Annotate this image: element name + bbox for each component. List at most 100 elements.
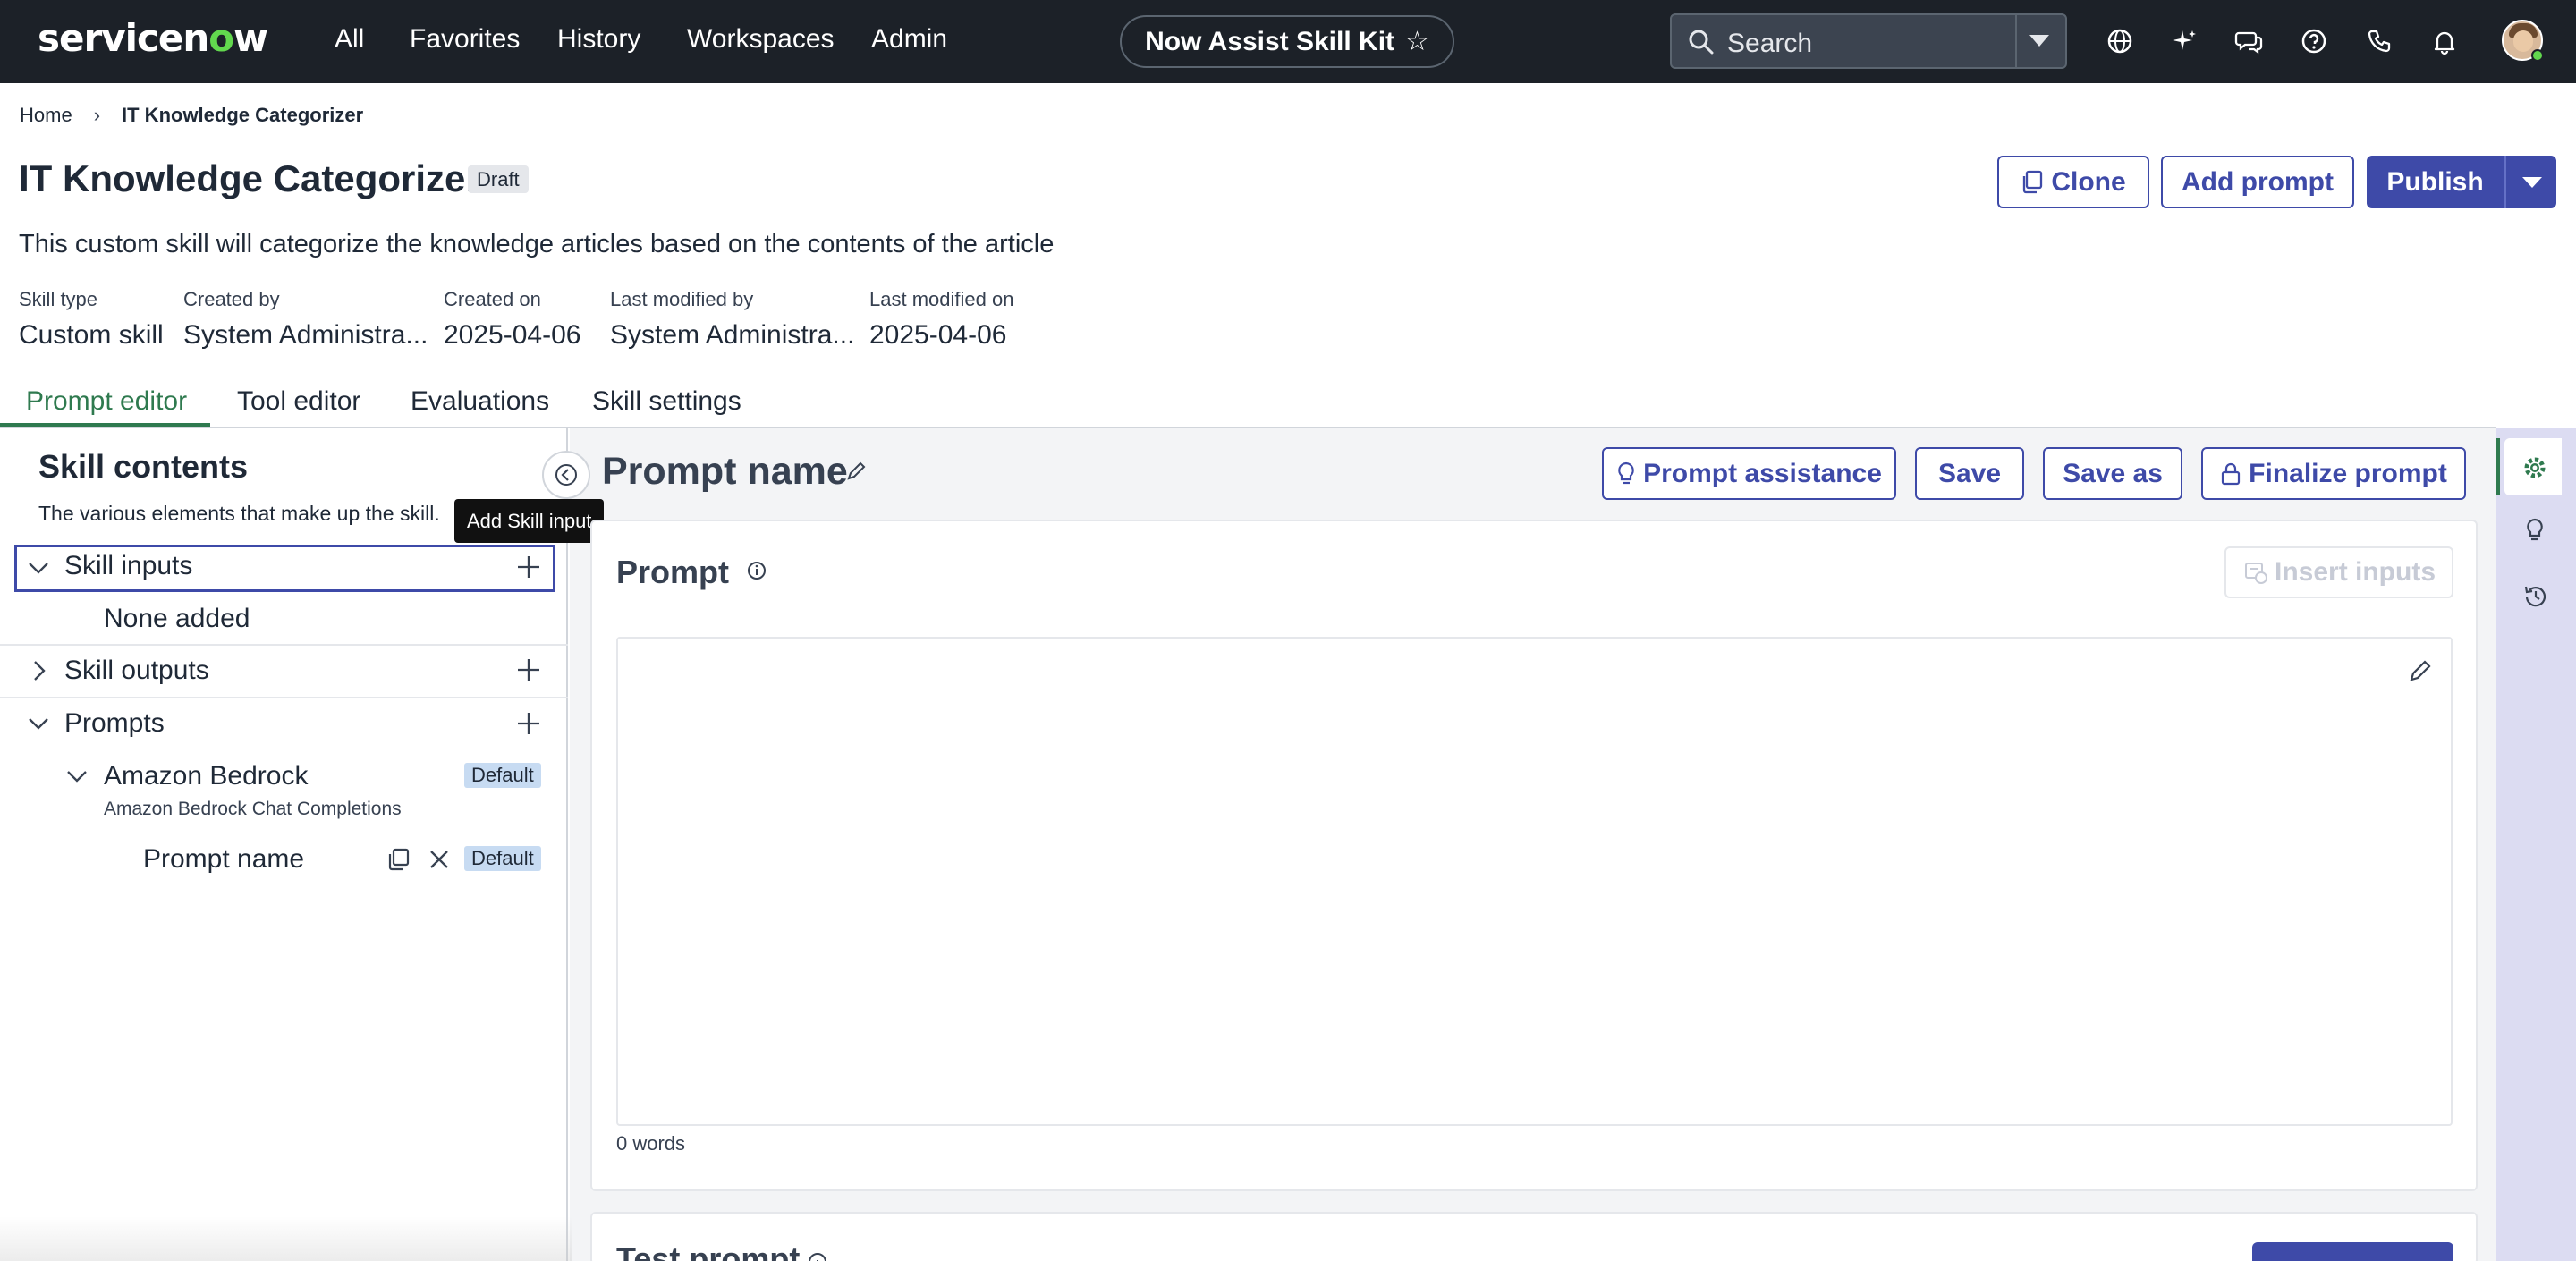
meta-last-modified-by: Last modified by System Administra... bbox=[610, 288, 854, 351]
publish-menu-caret-icon[interactable] bbox=[2504, 156, 2556, 208]
prompt-card-title: Prompt bbox=[616, 554, 729, 590]
current-app-label: Now Assist Skill Kit bbox=[1145, 26, 1395, 56]
help-icon[interactable] bbox=[2298, 25, 2330, 57]
nav-all[interactable]: All bbox=[335, 24, 364, 55]
publish-button[interactable]: Publish bbox=[2367, 156, 2504, 208]
insert-inputs-button[interactable]: Insert inputs bbox=[2224, 546, 2453, 598]
test-prompt-card: Test prompt bbox=[590, 1212, 2478, 1261]
publish-label: Publish bbox=[2386, 166, 2484, 197]
meta-label: Created by bbox=[183, 288, 280, 310]
default-badge: Default bbox=[464, 763, 541, 788]
breadcrumb-current: IT Knowledge Categorizer bbox=[122, 104, 364, 126]
servicenow-logo[interactable]: servicenow bbox=[38, 16, 268, 60]
collapse-panel-button[interactable] bbox=[542, 451, 590, 499]
chevron-down-icon[interactable] bbox=[27, 559, 50, 577]
finalize-prompt-label: Finalize prompt bbox=[2249, 458, 2447, 488]
save-as-button[interactable]: Save as bbox=[2043, 447, 2182, 500]
provider-name[interactable]: Amazon Bedrock bbox=[104, 761, 308, 791]
add-prompt-button[interactable]: Add prompt bbox=[2161, 156, 2354, 208]
add-prompt-plus-icon[interactable] bbox=[515, 710, 542, 737]
search-divider bbox=[2015, 15, 2017, 67]
chevron-down-icon[interactable] bbox=[27, 715, 50, 732]
history-icon[interactable] bbox=[2522, 583, 2549, 610]
sparkle-icon[interactable] bbox=[2168, 25, 2200, 57]
phone-icon[interactable] bbox=[2363, 25, 2395, 57]
chevron-right-icon: › bbox=[93, 104, 101, 126]
default-badge: Default bbox=[464, 846, 541, 871]
nav-workspaces[interactable]: Workspaces bbox=[687, 24, 835, 55]
search-scope-caret-icon[interactable] bbox=[2029, 35, 2049, 47]
copy-icon[interactable] bbox=[386, 847, 411, 872]
meta-label: Last modified by bbox=[610, 288, 754, 310]
prompt-card: Prompt Insert inputs 0 words bbox=[590, 520, 2478, 1191]
copy-icon bbox=[2023, 170, 2043, 193]
skill-inputs-label: Skill inputs bbox=[64, 551, 193, 580]
finalize-prompt-button[interactable]: Finalize prompt bbox=[2201, 447, 2466, 500]
global-search[interactable]: Search bbox=[1670, 13, 2067, 69]
tab-skill-settings[interactable]: Skill settings bbox=[592, 386, 741, 417]
meta-created-on: Created on 2025-04-06 bbox=[444, 288, 580, 351]
row-divider bbox=[0, 697, 568, 698]
meta-label: Last modified on bbox=[869, 288, 1014, 310]
clone-label: Clone bbox=[2051, 166, 2126, 197]
pencil-icon[interactable] bbox=[844, 460, 868, 483]
save-as-label: Save as bbox=[2063, 458, 2163, 488]
bell-icon[interactable] bbox=[2428, 25, 2461, 57]
skill-description: This custom skill will categorize the kn… bbox=[19, 230, 1055, 258]
meta-value: Custom skill bbox=[19, 320, 164, 350]
skill-contents-title: Skill contents bbox=[38, 448, 249, 485]
top-navigation-bar: servicenow All Favorites History Workspa… bbox=[0, 0, 2576, 83]
nav-admin[interactable]: Admin bbox=[871, 24, 947, 55]
lock-icon bbox=[2222, 462, 2241, 485]
prompts-label[interactable]: Prompts bbox=[64, 708, 165, 739]
search-icon bbox=[1689, 30, 1714, 55]
prompt-name-title: Prompt name bbox=[602, 450, 848, 493]
test-prompt-title: Test prompt bbox=[616, 1240, 801, 1261]
right-side-rail bbox=[2496, 428, 2576, 1261]
tab-prompt-editor[interactable]: Prompt editor bbox=[26, 386, 187, 417]
tab-evaluations[interactable]: Evaluations bbox=[411, 386, 549, 417]
chevron-right-icon[interactable] bbox=[30, 659, 48, 682]
lightbulb-icon bbox=[1618, 461, 1634, 484]
pencil-icon[interactable] bbox=[2406, 658, 2433, 685]
meta-label: Skill type bbox=[19, 288, 98, 310]
current-app-pill[interactable]: Now Assist Skill Kit ☆ bbox=[1120, 15, 1454, 68]
tab-bar: Prompt editor Tool editor Evaluations Sk… bbox=[0, 383, 984, 427]
page-title: IT Knowledge Categorizer bbox=[19, 157, 480, 199]
nav-history[interactable]: History bbox=[557, 24, 640, 55]
prompt-assistance-label: Prompt assistance bbox=[1643, 458, 1882, 488]
star-icon[interactable]: ☆ bbox=[1405, 26, 1429, 57]
nav-favorites[interactable]: Favorites bbox=[410, 24, 520, 55]
search-placeholder: Search bbox=[1727, 29, 1813, 58]
online-status-dot bbox=[2531, 49, 2544, 62]
breadcrumb: Home › IT Knowledge Categorizer bbox=[20, 104, 363, 127]
tab-tool-editor[interactable]: Tool editor bbox=[237, 386, 360, 417]
active-rail-indicator bbox=[2496, 438, 2500, 495]
lightbulb-icon[interactable] bbox=[2523, 517, 2546, 544]
prompt-assistance-button[interactable]: Prompt assistance bbox=[1602, 447, 1896, 500]
rail-settings-tab[interactable] bbox=[2504, 438, 2562, 495]
prompt-textarea[interactable] bbox=[616, 637, 2453, 1126]
run-test-button[interactable] bbox=[2252, 1242, 2453, 1261]
save-button[interactable]: Save bbox=[1915, 447, 2024, 500]
status-badge: Draft bbox=[468, 165, 529, 193]
prompt-item-name[interactable]: Prompt name bbox=[143, 844, 304, 875]
meta-value: 2025-04-06 bbox=[869, 320, 1007, 350]
meta-label: Created on bbox=[444, 288, 541, 310]
provider-subtitle: Amazon Bedrock Chat Completions bbox=[104, 799, 402, 819]
close-icon[interactable] bbox=[428, 848, 451, 871]
meta-last-modified-on: Last modified on 2025-04-06 bbox=[869, 288, 1013, 351]
add-skill-input-plus-icon[interactable] bbox=[515, 554, 542, 580]
chat-icon[interactable] bbox=[2233, 25, 2266, 57]
info-icon[interactable] bbox=[746, 560, 767, 581]
skill-outputs-label[interactable]: Skill outputs bbox=[64, 656, 209, 686]
chevron-down-icon[interactable] bbox=[65, 767, 89, 785]
meta-value: System Administra... bbox=[183, 320, 428, 350]
add-skill-output-plus-icon[interactable] bbox=[515, 656, 542, 683]
breadcrumb-home[interactable]: Home bbox=[20, 104, 72, 127]
globe-icon[interactable] bbox=[2104, 25, 2136, 57]
info-icon[interactable] bbox=[807, 1251, 828, 1261]
panel-bottom-shadow bbox=[0, 1216, 572, 1261]
insert-inputs-icon bbox=[2244, 563, 2267, 584]
clone-button[interactable]: Clone bbox=[1997, 156, 2149, 208]
